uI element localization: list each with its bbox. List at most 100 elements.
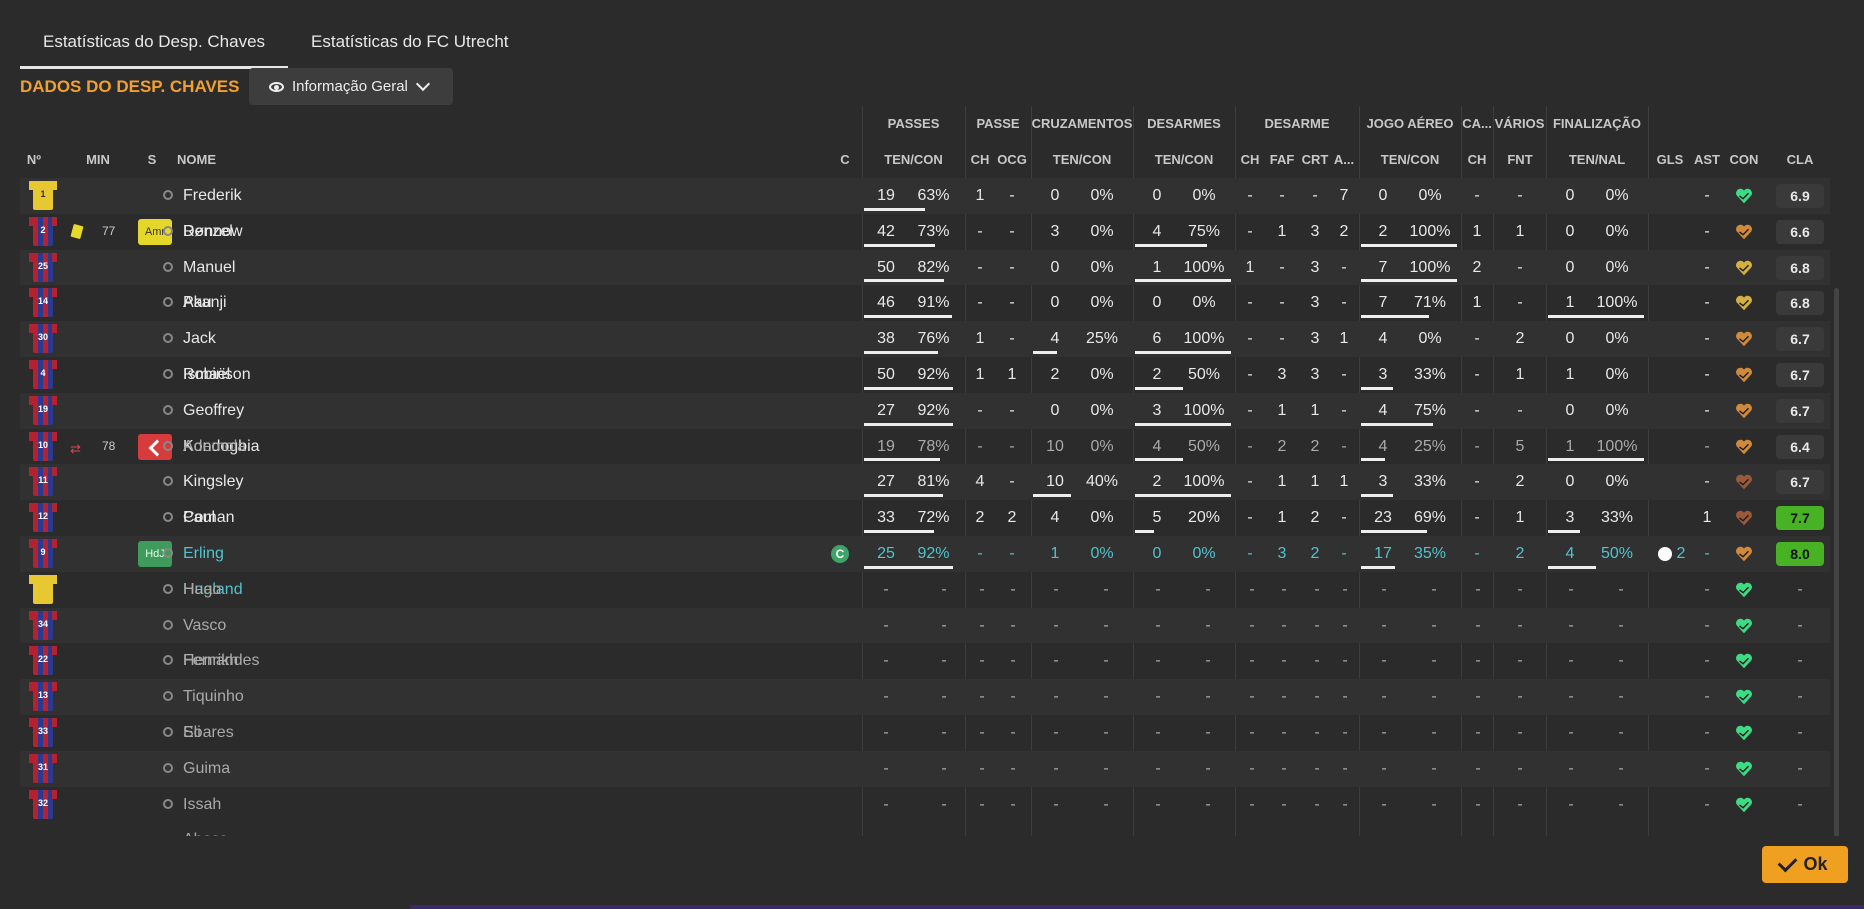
tab-desp-chaves-stats[interactable]: Estatísticas do Desp. Chaves	[20, 24, 289, 69]
tab-fc-utrecht-stats[interactable]: Estatísticas do FC Utrecht	[288, 24, 531, 66]
player-row[interactable]: 33Eli Dasa--------------------	[20, 715, 1830, 777]
player-row[interactable]: 13 Tiquinho Soares - - - - - - - - - - - - - - - - - - - -	[20, 679, 1830, 741]
empty-stat: -	[1053, 652, 1059, 670]
column-header-des-a[interactable]: A...	[1332, 152, 1356, 167]
column-header-des-crt[interactable]: CRT	[1301, 152, 1329, 167]
player-row[interactable]: Hugo Souza--------------------	[20, 572, 1830, 634]
bottom-accent-line	[410, 905, 1864, 909]
view-dropdown[interactable]: Informação Geral	[249, 68, 453, 105]
column-header-passe-ocg[interactable]: OCG	[997, 152, 1027, 167]
shirt-icon: 34	[29, 610, 57, 640]
player-row[interactable]: 12Paul Onuachu3372%2240%520%-12-2369%-13…	[20, 500, 1830, 562]
rating-value: -	[1797, 759, 1803, 777]
varios-fnt: -	[1517, 294, 1523, 312]
empty-stat: -	[883, 652, 889, 670]
player-row[interactable]: 22Henrikh Mkhitaryan--------------------	[20, 643, 1830, 705]
player-row[interactable]: 10⇄78Ademola Lookman1978%--100%450%-22-4…	[20, 429, 1830, 490]
column-header-nome[interactable]: NOME	[177, 152, 237, 167]
empty-stat: -	[883, 616, 889, 634]
condition-heart-icon	[1735, 259, 1753, 277]
empty-stat: -	[1568, 652, 1574, 670]
column-header-des-ch[interactable]: CH	[1238, 152, 1262, 167]
assists-value: -	[1704, 795, 1710, 813]
shirt-number: 33	[37, 725, 48, 736]
goals-value	[1655, 464, 1685, 500]
player-row[interactable]: 4Ismaël Bennacer5092%1120%250%-33-333%-1…	[20, 357, 1830, 419]
column-header-con[interactable]: CON	[1728, 152, 1760, 167]
column-header-cla[interactable]: CLA	[1776, 152, 1824, 167]
aerial-bar	[1361, 243, 1457, 247]
shirt-number: 1	[40, 189, 46, 199]
column-header-passe-ch[interactable]: CH	[968, 152, 992, 167]
passe-ch: -	[977, 258, 983, 276]
aerial-bar	[1361, 458, 1385, 462]
finishing-bar	[1548, 315, 1644, 319]
rating-badge: 8.0	[1776, 541, 1824, 566]
shirt-number: 34	[37, 618, 48, 629]
column-header-min[interactable]: MIN	[80, 152, 116, 167]
aerial-bar	[1361, 422, 1433, 426]
empty-stat: -	[1281, 616, 1287, 634]
player-row[interactable]: 11 Kingsley Coman 27 81% 4-10 40% 2 100% -1 1 1 3 33…	[20, 464, 1830, 526]
column-header-s[interactable]: S	[142, 152, 162, 167]
varios-fnt: -	[1517, 258, 1523, 276]
player-row[interactable]: 277AmrDenzel Dumfries4273%--30%475%-1322…	[20, 214, 1830, 276]
person-icon	[163, 691, 173, 702]
column-header-gls[interactable]: GLS	[1655, 152, 1685, 167]
player-row[interactable]: 32Issah Abass--------------------	[20, 787, 1830, 836]
desarme-a: -	[1341, 294, 1347, 312]
player-row[interactable]: 9 HdJ Erling Haaland C 25 92% - -1 0% 0 0% -3 2-17 35…	[20, 535, 1830, 598]
ok-label: Ok	[1803, 854, 1828, 874]
player-row[interactable]: 25 Manuel Akanji 50 82% - -0 0% 1 100% 1-3-7 100% 2…	[20, 249, 1830, 311]
passe-ocg: 1	[1007, 365, 1017, 383]
column-header-passes-tc[interactable]: TEN/CON	[862, 152, 965, 167]
column-header-varios-fnt[interactable]: FNT	[1505, 152, 1535, 167]
column-header-cruz-tc[interactable]: TEN/CON	[1031, 152, 1133, 167]
rating-value: -	[1797, 723, 1803, 741]
empty-stat: -	[1205, 723, 1211, 741]
player-row[interactable]: 30 Jack Robinson 38 76% 1-4 25% 6 100% - -3 1 4 0% -2…	[20, 321, 1830, 383]
column-header-desarmes-tc[interactable]: TEN/CON	[1133, 152, 1235, 167]
passes-bar	[864, 458, 940, 462]
ok-button[interactable]: Ok	[1762, 846, 1848, 883]
player-row[interactable]: 31 Guima - - - - - - - - - - - - - - - - - - - -	[20, 750, 1830, 787]
condition-heart-icon	[1735, 796, 1753, 814]
empty-stat: -	[1249, 616, 1255, 634]
player-row[interactable]: 1 Frederik Rønnow 19 63% 1-0 0% 0 0% - - -7 0 0% - -0 0…	[20, 178, 1830, 240]
empty-stat: -	[1103, 652, 1109, 670]
desarme-ch: -	[1247, 544, 1253, 562]
column-header-ca-ch[interactable]: CH	[1465, 152, 1489, 167]
column-header-c[interactable]: C	[836, 152, 854, 167]
empty-stat: -	[1618, 580, 1624, 598]
person-icon	[163, 655, 173, 666]
vertical-scrollbar[interactable]	[1834, 288, 1839, 836]
aerial-bar	[1361, 529, 1427, 533]
ca-ch: 1	[1472, 294, 1482, 312]
player-row[interactable]: 19 Geoffrey Kondogbia 27 92% - -0 0% 3 100% -1 1-4…	[20, 392, 1830, 455]
section-title: DADOS DO DESP. CHAVES	[20, 77, 240, 96]
crosses-percent: 0%	[1090, 544, 1114, 562]
finishing-attempts: 0	[1565, 222, 1575, 240]
tackles-bar	[1135, 422, 1231, 426]
goals-value	[1655, 429, 1685, 465]
column-header-ast[interactable]: AST	[1692, 152, 1722, 167]
empty-stat: -	[1618, 652, 1624, 670]
column-header-num[interactable]: Nº	[22, 152, 46, 167]
empty-stat: -	[1314, 580, 1320, 598]
passe-ch: 1	[975, 330, 985, 348]
shirt-number: 10	[37, 439, 48, 450]
column-header-aereo-tc[interactable]: TEN/CON	[1359, 152, 1461, 167]
empty-stat: -	[1475, 759, 1481, 777]
ca-ch: 1	[1472, 222, 1482, 240]
rating-badge: 6.7	[1776, 398, 1824, 423]
column-header-des-faf[interactable]: FAF	[1268, 152, 1296, 167]
desarme-a: -	[1341, 544, 1347, 562]
passes-bar	[864, 243, 935, 247]
rating-badge: 6.7	[1776, 362, 1824, 387]
empty-stat: -	[1314, 688, 1320, 706]
column-header-fin-tn[interactable]: TEN/NAL	[1546, 152, 1648, 167]
player-row[interactable]: 34 Vasco Fernandes - - - - - - - - - - - - - - - - - - - -	[20, 607, 1830, 669]
goals-value	[1655, 357, 1685, 393]
player-row[interactable]: 14Pau Torres4691%--00%00%--3-771%1-1100%…	[20, 285, 1830, 347]
empty-stat: -	[1618, 688, 1624, 706]
